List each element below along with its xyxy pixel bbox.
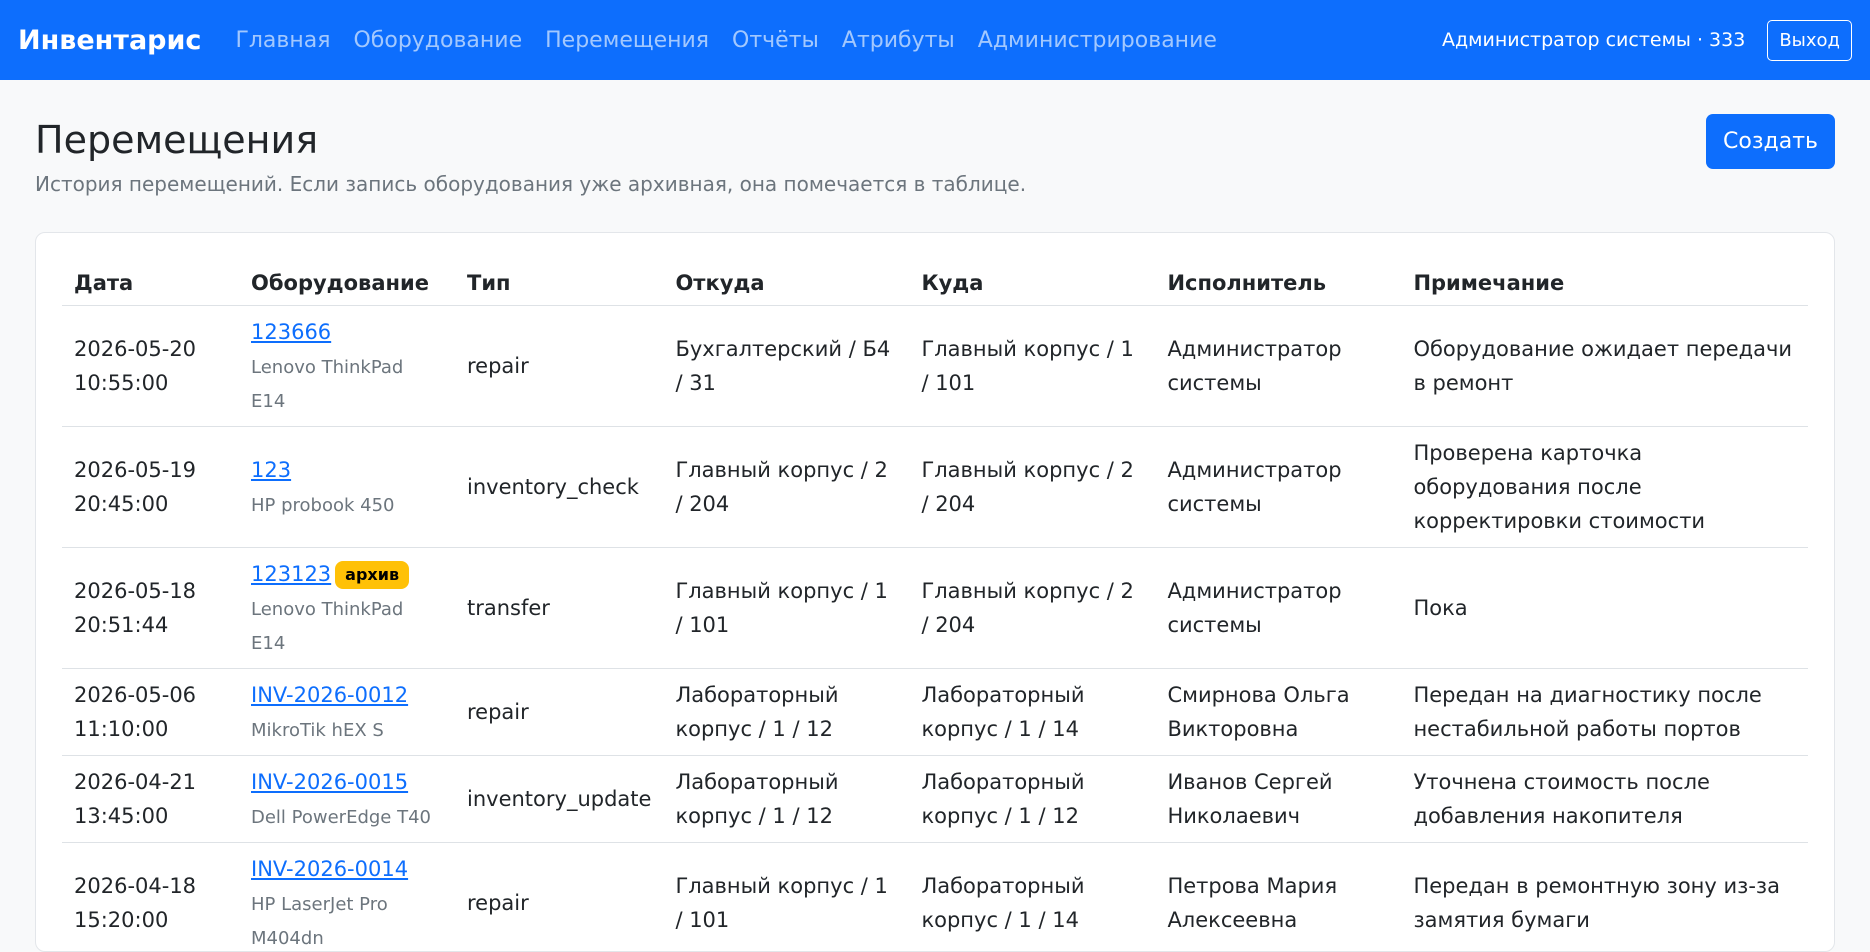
cell-to: Главный корпус / 2 / 204 [909, 427, 1155, 548]
equipment-model: Lenovo ThinkPad E14 [251, 357, 403, 412]
cell-equipment: INV-2026-0015 Dell PowerEdge T40 [239, 756, 455, 843]
cell-to: Главный корпус / 1 / 101 [909, 306, 1155, 427]
cell-equipment: 123123архив Lenovo ThinkPad E14 [239, 548, 455, 669]
table-row: 2026-04-18 15:20:00 INV-2026-0014 HP Las… [62, 843, 1808, 952]
table-row: 2026-05-20 10:55:00 123666 Lenovo ThinkP… [62, 306, 1808, 427]
col-header-equipment: Оборудование [239, 251, 455, 306]
equipment-model: Lenovo ThinkPad E14 [251, 599, 403, 654]
cell-executor: Петрова Мария Алексеевна [1155, 843, 1401, 952]
cell-type: repair [455, 843, 663, 952]
archive-badge: архив [335, 561, 409, 589]
nav-link-equipment[interactable]: Оборудование [353, 28, 522, 53]
equipment-model: HP probook 450 [251, 495, 395, 516]
cell-executor: Администратор системы [1155, 306, 1401, 427]
table-row: 2026-05-19 20:45:00 123 HP probook 450 i… [62, 427, 1808, 548]
cell-to: Лабораторный корпус / 1 / 12 [909, 756, 1155, 843]
page-header: Перемещения История перемещений. Если за… [35, 80, 1026, 196]
top-navbar: Инвентарис Главная Оборудование Перемеще… [0, 0, 1870, 80]
table-body: 2026-05-20 10:55:00 123666 Lenovo ThinkP… [62, 306, 1808, 952]
cell-from: Главный корпус / 2 / 204 [663, 427, 909, 548]
equipment-model: Dell PowerEdge T40 [251, 807, 431, 828]
table-header-row: Дата Оборудование Тип Откуда Куда Исполн… [62, 251, 1808, 306]
movements-table: Дата Оборудование Тип Откуда Куда Исполн… [62, 251, 1808, 952]
nav-link-movements[interactable]: Перемещения [545, 28, 709, 53]
current-user-label: Администратор системы · 333 [1442, 29, 1745, 51]
cell-date: 2026-05-19 20:45:00 [62, 427, 239, 548]
cell-type: repair [455, 669, 663, 756]
equipment-link[interactable]: 123666 [251, 320, 331, 344]
equipment-link[interactable]: 123 [251, 458, 291, 482]
col-header-type: Тип [455, 251, 663, 306]
cell-date: 2026-05-06 11:10:00 [62, 669, 239, 756]
col-header-from: Откуда [663, 251, 909, 306]
nav-user-area: Администратор системы · 333 Выход [1442, 20, 1852, 61]
cell-equipment: INV-2026-0012 MikroTik hEX S [239, 669, 455, 756]
cell-date: 2026-05-20 10:55:00 [62, 306, 239, 427]
cell-type: inventory_check [455, 427, 663, 548]
equipment-model: HP LaserJet Pro M404dn [251, 894, 388, 949]
col-header-executor: Исполнитель [1155, 251, 1401, 306]
cell-note: Оборудование ожидает передачи в ремонт [1401, 306, 1808, 427]
cell-note: Проверена карточка оборудования после ко… [1401, 427, 1808, 548]
cell-date: 2026-04-21 13:45:00 [62, 756, 239, 843]
col-header-date: Дата [62, 251, 239, 306]
cell-from: Главный корпус / 1 / 101 [663, 843, 909, 952]
nav-link-attributes[interactable]: Атрибуты [842, 28, 955, 53]
cell-date: 2026-04-18 15:20:00 [62, 843, 239, 952]
nav-links: Главная Оборудование Перемещения Отчёты … [235, 28, 1239, 53]
nav-link-admin[interactable]: Администрирование [978, 28, 1217, 53]
cell-from: Лабораторный корпус / 1 / 12 [663, 669, 909, 756]
cell-equipment: 123 HP probook 450 [239, 427, 455, 548]
cell-type: transfer [455, 548, 663, 669]
cell-from: Бухгалтерский / Б4 / 31 [663, 306, 909, 427]
equipment-link[interactable]: 123123 [251, 562, 331, 586]
col-header-to: Куда [909, 251, 1155, 306]
nav-link-reports[interactable]: Отчёты [732, 28, 819, 53]
cell-note: Передан в ремонтную зону из-за замятия б… [1401, 843, 1808, 952]
cell-executor: Смирнова Ольга Викторовна [1155, 669, 1401, 756]
cell-note: Уточнена стоимость после добавления нако… [1401, 756, 1808, 843]
col-header-note: Примечание [1401, 251, 1808, 306]
table-row: 2026-05-06 11:10:00 INV-2026-0012 MikroT… [62, 669, 1808, 756]
cell-note: Пока [1401, 548, 1808, 669]
equipment-link[interactable]: INV-2026-0012 [251, 683, 408, 707]
page-title: Перемещения [35, 118, 1026, 164]
cell-type: repair [455, 306, 663, 427]
table-row: 2026-05-18 20:51:44 123123архив Lenovo T… [62, 548, 1808, 669]
cell-executor: Администратор системы [1155, 548, 1401, 669]
cell-executor: Администратор системы [1155, 427, 1401, 548]
cell-equipment: INV-2026-0014 HP LaserJet Pro M404dn [239, 843, 455, 952]
equipment-model: MikroTik hEX S [251, 720, 384, 741]
cell-from: Лабораторный корпус / 1 / 12 [663, 756, 909, 843]
cell-date: 2026-05-18 20:51:44 [62, 548, 239, 669]
cell-note: Передан на диагностику после нестабильно… [1401, 669, 1808, 756]
table-row: 2026-04-21 13:45:00 INV-2026-0015 Dell P… [62, 756, 1808, 843]
cell-to: Лабораторный корпус / 1 / 14 [909, 843, 1155, 952]
cell-equipment: 123666 Lenovo ThinkPad E14 [239, 306, 455, 427]
equipment-link[interactable]: INV-2026-0015 [251, 770, 408, 794]
equipment-link[interactable]: INV-2026-0014 [251, 857, 408, 881]
cell-type: inventory_update [455, 756, 663, 843]
page-subtitle: История перемещений. Если запись оборудо… [35, 172, 1026, 196]
movements-card: Дата Оборудование Тип Откуда Куда Исполн… [35, 232, 1835, 952]
cell-executor: Иванов Сергей Николаевич [1155, 756, 1401, 843]
brand-logo[interactable]: Инвентарис [18, 25, 201, 56]
logout-button[interactable]: Выход [1767, 20, 1852, 61]
nav-link-home[interactable]: Главная [235, 28, 330, 53]
create-button[interactable]: Создать [1706, 114, 1835, 169]
cell-from: Главный корпус / 1 / 101 [663, 548, 909, 669]
cell-to: Лабораторный корпус / 1 / 14 [909, 669, 1155, 756]
cell-to: Главный корпус / 2 / 204 [909, 548, 1155, 669]
